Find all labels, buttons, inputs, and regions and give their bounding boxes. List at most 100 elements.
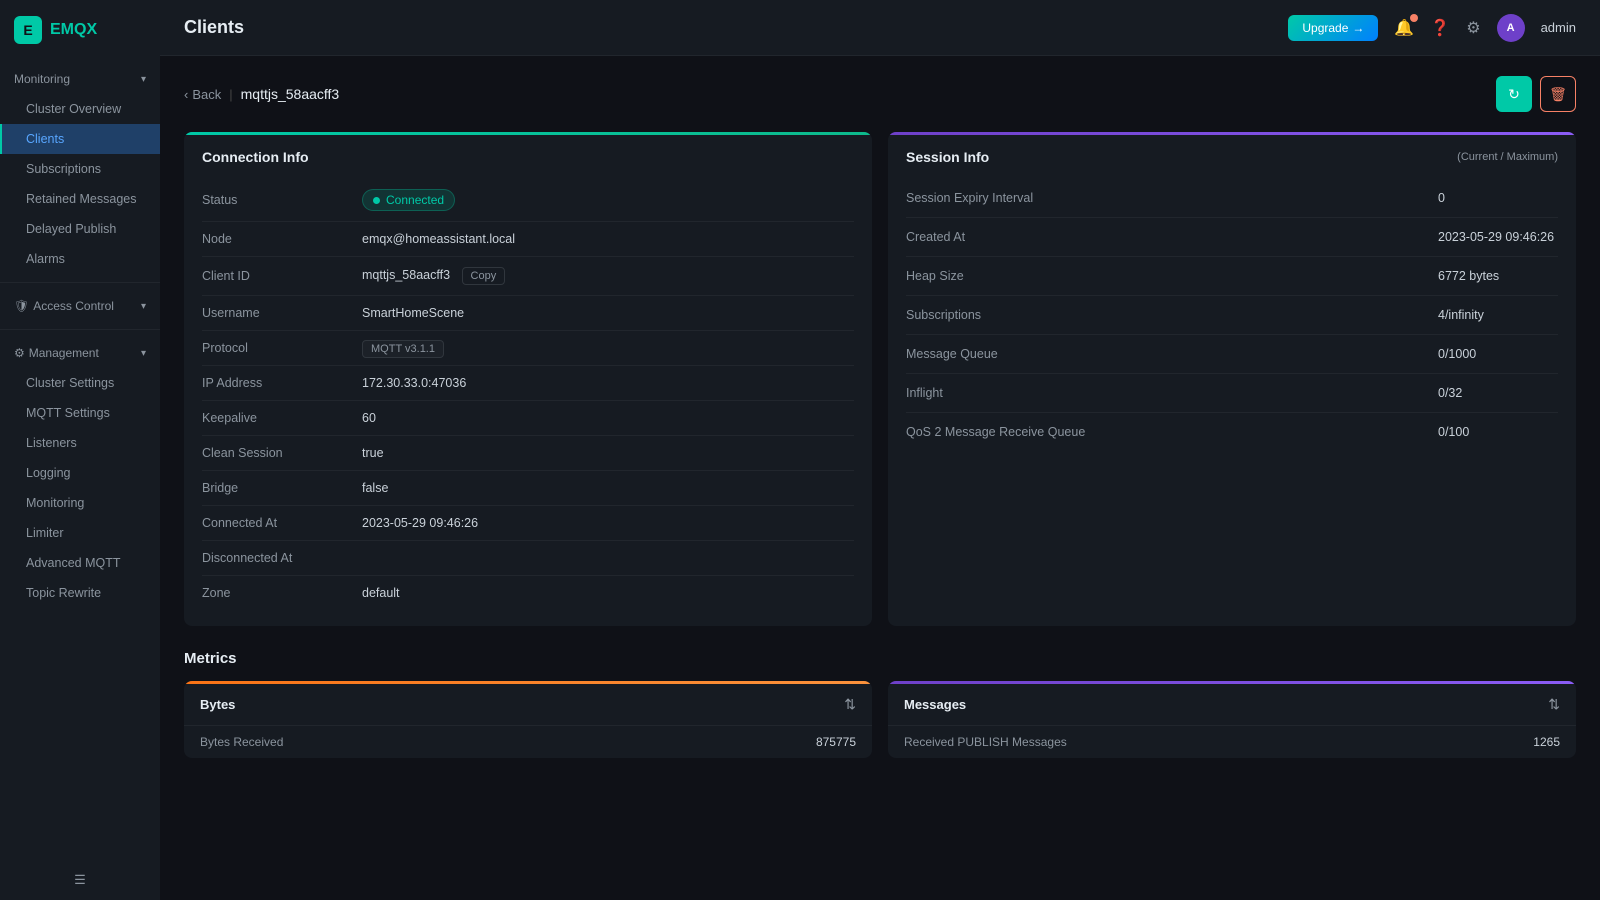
sidebar-item-subscriptions[interactable]: Subscriptions [0, 154, 160, 184]
chevron-down-icon-3: ▾ [141, 348, 146, 359]
sidebar-divider-2 [0, 329, 160, 330]
sidebar-item-cluster-overview[interactable]: Cluster Overview [0, 94, 160, 124]
logo-icon: E [14, 16, 42, 44]
chevron-down-icon: ▾ [141, 74, 146, 85]
status-badge: Connected [362, 189, 455, 211]
back-button[interactable]: ‹ Back [184, 87, 221, 102]
header-right: Upgrade → 🔔 ❓ ⚙ A admin [1288, 14, 1576, 42]
refresh-button[interactable]: ↻ [1496, 76, 1532, 112]
sidebar-item-listeners[interactable]: Listeners [0, 428, 160, 458]
shield-icon: 🛡 [14, 299, 29, 313]
notifications-icon[interactable]: 🔔 [1394, 18, 1414, 38]
session-subscriptions-row: Subscriptions 4/infinity [906, 296, 1558, 335]
node-row: Node emqx@homeassistant.local [202, 222, 854, 257]
session-info-card: Session Info (Current / Maximum) Session… [888, 132, 1576, 626]
bridge-row: Bridge false [202, 471, 854, 506]
disconnected-at-row: Disconnected At [202, 541, 854, 576]
metrics-row: Bytes ⇅ Bytes Received 875775 Messages ⇅… [184, 681, 1576, 758]
protocol-badge: MQTT v3.1.1 [362, 340, 444, 358]
connected-at-row: Connected At 2023-05-29 09:46:26 [202, 506, 854, 541]
metrics-section-title: Metrics [184, 650, 1576, 667]
sidebar-item-cluster-settings[interactable]: Cluster Settings [0, 368, 160, 398]
sidebar-access-group[interactable]: 🛡 Access Control ▾ [0, 291, 160, 321]
info-cards-row: Connection Info Status Connected Nod [184, 132, 1576, 626]
sidebar-item-mqtt-settings[interactable]: MQTT Settings [0, 398, 160, 428]
sidebar-item-topic-rewrite[interactable]: Topic Rewrite [0, 578, 160, 608]
breadcrumb-separator: | [229, 87, 232, 102]
sidebar-item-delayed-publish[interactable]: Delayed Publish [0, 214, 160, 244]
sidebar-item-clients[interactable]: Clients [0, 124, 160, 154]
arrow-left-icon: ‹ [184, 87, 188, 102]
bytes-card-title: Bytes [200, 697, 235, 712]
ip-row: IP Address 172.30.33.0:47036 [202, 366, 854, 401]
zone-row: Zone default [202, 576, 854, 610]
settings-icon[interactable]: ⚙ [1466, 18, 1480, 38]
sidebar-divider-1 [0, 282, 160, 283]
messages-card-header: Messages ⇅ [888, 684, 1576, 725]
bytes-card: Bytes ⇅ Bytes Received 875775 [184, 681, 872, 758]
page-actions: ↻ 🗑 [1496, 76, 1576, 112]
breadcrumb: ‹ Back | mqttjs_58aacff3 ↻ 🗑 [184, 76, 1576, 112]
app-logo: E EMQX [0, 0, 160, 60]
connection-info-card: Connection Info Status Connected Nod [184, 132, 872, 626]
clean-session-row: Clean Session true [202, 436, 854, 471]
received-publish-row: Received PUBLISH Messages 1265 [888, 725, 1576, 758]
session-card-title: Session Info [906, 149, 989, 165]
protocol-row: Protocol MQTT v3.1.1 [202, 331, 854, 366]
sidebar-collapse-button[interactable]: ☰ [0, 860, 160, 900]
session-card-title-row: Session Info (Current / Maximum) [888, 135, 1576, 175]
trash-icon: 🗑 [1549, 86, 1567, 103]
page-body: ‹ Back | mqttjs_58aacff3 ↻ 🗑 Connection … [160, 56, 1600, 900]
status-row: Status Connected [202, 179, 854, 222]
sidebar-item-logging[interactable]: Logging [0, 458, 160, 488]
sidebar-monitoring-section: Monitoring ▾ Cluster Overview Clients Su… [0, 60, 160, 278]
session-message-queue-row: Message Queue 0/1000 [906, 335, 1558, 374]
keepalive-row: Keepalive 60 [202, 401, 854, 436]
connection-card-body: Status Connected Node emqx@homeassistant… [184, 175, 872, 626]
arrow-right-icon: → [1352, 21, 1364, 35]
main-content: Clients Upgrade → 🔔 ❓ ⚙ A admin ‹ Back |… [160, 0, 1600, 900]
session-qos2-row: QoS 2 Message Receive Queue 0/100 [906, 413, 1558, 451]
session-expiry-row: Session Expiry Interval 0 [906, 179, 1558, 218]
delete-button[interactable]: 🗑 [1540, 76, 1576, 112]
header: Clients Upgrade → 🔔 ❓ ⚙ A admin [160, 0, 1600, 56]
help-icon[interactable]: ❓ [1430, 18, 1450, 38]
status-dot [373, 197, 380, 204]
sidebar-item-limiter[interactable]: Limiter [0, 518, 160, 548]
sidebar-item-retained-messages[interactable]: Retained Messages [0, 184, 160, 214]
session-heap-row: Heap Size 6772 bytes [906, 257, 1558, 296]
chevron-down-icon-2: ▾ [141, 301, 146, 312]
sidebar-item-alarms[interactable]: Alarms [0, 244, 160, 274]
connection-card-title-row: Connection Info [184, 135, 872, 175]
gear-icon: ⚙ [14, 346, 25, 360]
admin-label: admin [1541, 20, 1576, 35]
page-title: Clients [184, 17, 244, 38]
messages-card: Messages ⇅ Received PUBLISH Messages 126… [888, 681, 1576, 758]
sidebar-monitoring-group[interactable]: Monitoring ▾ [0, 64, 160, 94]
sidebar-management-group[interactable]: ⚙ Management ▾ [0, 338, 160, 368]
copy-client-id-button[interactable]: Copy [462, 267, 506, 285]
sort-icon-bytes[interactable]: ⇅ [844, 696, 856, 713]
connection-card-title: Connection Info [202, 149, 309, 165]
avatar: A [1497, 14, 1525, 42]
bytes-received-row: Bytes Received 875775 [184, 725, 872, 758]
sort-icon-messages[interactable]: ⇅ [1548, 696, 1560, 713]
breadcrumb-current: mqttjs_58aacff3 [241, 86, 340, 102]
sidebar-item-monitoring[interactable]: Monitoring [0, 488, 160, 518]
bytes-card-header: Bytes ⇅ [184, 684, 872, 725]
session-inflight-row: Inflight 0/32 [906, 374, 1558, 413]
sidebar: E EMQX Monitoring ▾ Cluster Overview Cli… [0, 0, 160, 900]
session-card-body: Session Expiry Interval 0 Created At 202… [888, 175, 1576, 467]
messages-card-title: Messages [904, 697, 966, 712]
sidebar-item-advanced-mqtt[interactable]: Advanced MQTT [0, 548, 160, 578]
collapse-icon: ☰ [74, 872, 86, 888]
session-card-subtitle: (Current / Maximum) [1457, 151, 1558, 163]
sidebar-access-section: 🛡 Access Control ▾ [0, 287, 160, 325]
client-id-row: Client ID mqttjs_58aacff3 Copy [202, 257, 854, 296]
app-name: EMQX [50, 21, 97, 39]
notification-badge [1410, 14, 1418, 22]
upgrade-button[interactable]: Upgrade → [1288, 15, 1378, 41]
username-row: Username SmartHomeScene [202, 296, 854, 331]
sidebar-management-section: ⚙ Management ▾ Cluster Settings MQTT Set… [0, 334, 160, 612]
refresh-icon: ↻ [1508, 86, 1520, 103]
